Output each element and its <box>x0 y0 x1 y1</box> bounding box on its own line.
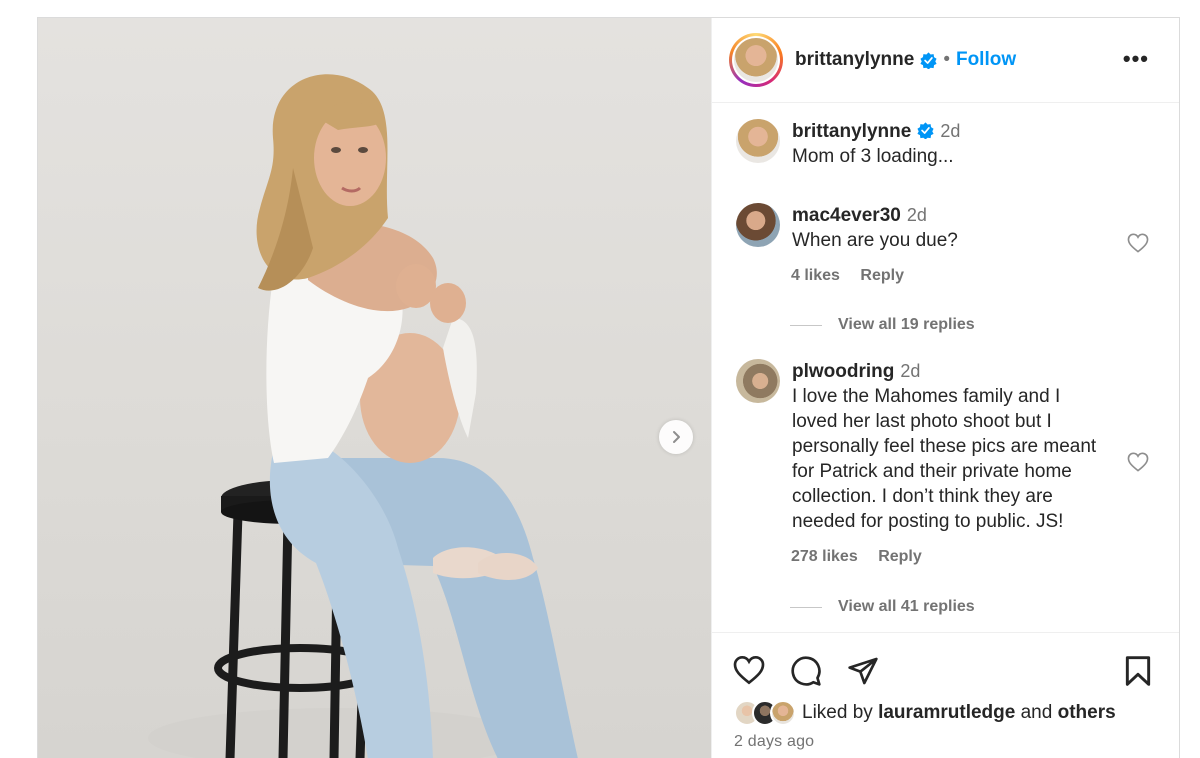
view-replies-button[interactable]: View all 41 replies <box>790 598 975 616</box>
post-actions-footer: Liked by lauramrutledge and others 2 day… <box>712 632 1179 758</box>
caption: brittanylynne 2d Mom of 3 loading... <box>736 119 1161 169</box>
liked-by-user[interactable]: lauramrutledge <box>878 702 1015 724</box>
heart-icon[interactable] <box>733 655 765 685</box>
caption-time: 2d <box>940 121 961 141</box>
author-username[interactable]: brittanylynne <box>795 49 914 71</box>
comment-meta: 278 likes Reply <box>791 548 1161 566</box>
follow-button[interactable]: Follow <box>956 49 1016 71</box>
separator-dot: • <box>943 49 950 70</box>
comment-likes[interactable]: 4 likes <box>791 267 840 284</box>
comments-section: brittanylynne 2d Mom of 3 loading... mac4… <box>712 103 1179 632</box>
caption-username[interactable]: brittanylynne <box>792 121 911 142</box>
like-comment-heart-icon[interactable] <box>1127 233 1149 253</box>
reply-button[interactable]: Reply <box>860 267 904 284</box>
like-comment-heart-icon[interactable] <box>1127 452 1149 472</box>
chevron-right-icon <box>673 431 680 443</box>
view-replies-button[interactable]: View all 19 replies <box>790 316 975 334</box>
story-ring[interactable] <box>729 33 783 87</box>
comment-item: mac4ever30 2d When are you due? 4 likes R… <box>736 203 1161 285</box>
more-options-button[interactable]: ••• <box>1123 48 1149 70</box>
comment-time: 2d <box>900 361 921 381</box>
reply-button[interactable]: Reply <box>878 548 922 565</box>
comment-text-line: collection. I don’t think they are <box>792 486 1053 507</box>
comment-text-line: for Patrick and their private home <box>792 461 1072 482</box>
commenter-username[interactable]: plwoodring <box>792 361 894 382</box>
comment-time: 2d <box>906 205 927 225</box>
commenter-avatar[interactable] <box>736 359 780 403</box>
verified-badge-icon <box>920 51 937 69</box>
post-header: brittanylynne • Follow ••• <box>712 18 1179 103</box>
instagram-post: brittanylynne • Follow ••• brittanylynne… <box>37 17 1180 758</box>
post-date[interactable]: 2 days ago <box>734 733 814 751</box>
view-replies-label: View all 41 replies <box>838 598 975 615</box>
author-avatar <box>734 38 778 82</box>
comment-icon[interactable] <box>790 655 822 687</box>
caption-avatar[interactable] <box>736 119 780 163</box>
caption-text: Mom of 3 loading... <box>792 146 954 167</box>
comment-likes[interactable]: 278 likes <box>791 548 858 565</box>
comment-text-line: personally feel these pics are meant <box>792 436 1097 457</box>
divider-line <box>790 606 822 608</box>
liked-by-prefix: Liked by <box>802 702 873 723</box>
post-photo[interactable] <box>38 18 711 758</box>
bookmark-icon[interactable] <box>1124 655 1152 687</box>
liked-by-and: and <box>1020 702 1053 723</box>
view-replies-label: View all 19 replies <box>838 316 975 333</box>
liked-by-summary: Liked by lauramrutledge and others <box>734 700 1116 726</box>
liker-avatars[interactable] <box>734 700 796 726</box>
comment-meta: 4 likes Reply <box>791 267 1161 285</box>
comment-text: When are you due? <box>792 230 958 251</box>
comment-item: plwoodring 2d I love the Mahomes family a… <box>736 359 1161 566</box>
divider-line <box>790 324 822 326</box>
commenter-username[interactable]: mac4ever30 <box>792 205 901 226</box>
verified-badge-icon <box>917 122 934 139</box>
next-photo-button[interactable] <box>659 420 693 454</box>
liked-by-others[interactable]: others <box>1058 702 1116 724</box>
comment-text-line: needed for posting to public. JS! <box>792 511 1064 532</box>
comment-text-line: I love the Mahomes family and I <box>792 386 1061 407</box>
commenter-avatar[interactable] <box>736 203 780 247</box>
comment-text-line: loved her last photo shoot but I <box>792 411 1052 432</box>
post-side-panel: brittanylynne • Follow ••• brittanylynne… <box>711 18 1179 758</box>
liker-avatar <box>770 700 796 726</box>
share-icon[interactable] <box>847 655 879 687</box>
maternity-photo <box>148 74 578 758</box>
